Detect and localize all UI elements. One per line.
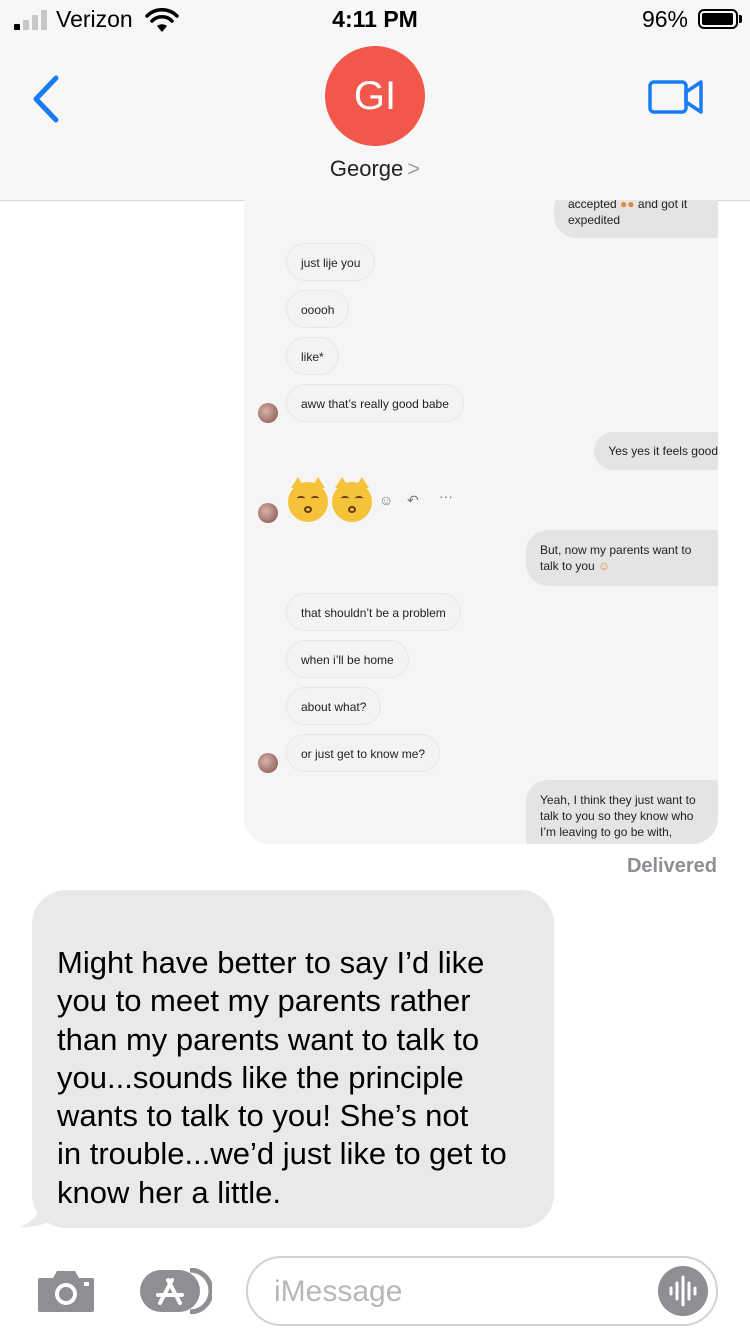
- battery-icon: [698, 9, 742, 29]
- screenshot-message: when i’ll be home: [286, 640, 409, 678]
- message-line: you to meet my parents rather: [57, 983, 471, 1019]
- reply-icon: ↶: [407, 492, 419, 508]
- video-camera-icon[interactable]: [648, 76, 704, 118]
- message-line: Might have better to say I’d like: [57, 945, 485, 980]
- status-bar: Verizon 4:11 PM 96%: [0, 0, 750, 40]
- sender-avatar: [258, 753, 278, 773]
- screenshot-message: Yeah, I think they just want to talk to …: [526, 780, 718, 844]
- app-store-icon[interactable]: [138, 1268, 212, 1314]
- screenshot-message: ooooh: [286, 290, 350, 328]
- message-line: know her a little.: [57, 1174, 281, 1210]
- sender-avatar: [258, 403, 278, 423]
- screenshot-message-partial: accepted ●● and got it expedited: [554, 200, 718, 238]
- chevron-right-icon: >: [407, 156, 421, 181]
- incoming-message-bubble[interactable]: Might have better to say I’d like you to…: [32, 890, 554, 1228]
- contact-name: George: [329, 156, 404, 181]
- screenshot-message: But, now my parents want to talk to you …: [526, 530, 718, 586]
- contact-name-button[interactable]: George >: [0, 156, 750, 182]
- battery-percent: 96%: [641, 6, 688, 32]
- kissing-cat-emoji: [332, 477, 372, 522]
- message-input-field[interactable]: [246, 1256, 718, 1326]
- shared-screenshot-image[interactable]: accepted ●● and got it expedited just li…: [244, 200, 718, 844]
- more-icon: ···: [439, 488, 453, 504]
- screenshot-message: about what?: [286, 687, 382, 725]
- screenshot-message: or just get to know me?: [286, 734, 441, 772]
- screenshot-message: Yes yes it feels good: [594, 432, 718, 470]
- message-line: you...sounds like the principle: [57, 1059, 464, 1095]
- kissing-cat-emoji: [288, 477, 328, 522]
- message-line: in trouble...we’d just like to get to: [57, 1136, 507, 1172]
- contact-avatar[interactable]: GI: [325, 46, 425, 146]
- audio-waveform-icon[interactable]: [658, 1266, 708, 1316]
- screenshot-message: aww that’s really good babe: [286, 384, 464, 422]
- clock: 4:11 PM: [332, 6, 418, 32]
- screenshot-message: that shouldn’t be a problem: [286, 593, 461, 631]
- camera-icon[interactable]: [36, 1268, 96, 1314]
- chevron-left-icon[interactable]: [30, 74, 64, 124]
- message-line: than my parents want to talk to: [57, 1021, 480, 1057]
- smile-icon: ☺: [379, 492, 394, 508]
- message-line: wants to talk to you! She’s not: [57, 1098, 469, 1134]
- delivered-status: Delivered: [626, 855, 717, 877]
- screenshot-message: just lije you: [286, 243, 376, 281]
- sender-avatar: [258, 503, 278, 523]
- conversation-header: GI George >: [0, 40, 750, 201]
- message-input[interactable]: [272, 1270, 636, 1314]
- screenshot-message: like*: [286, 337, 339, 375]
